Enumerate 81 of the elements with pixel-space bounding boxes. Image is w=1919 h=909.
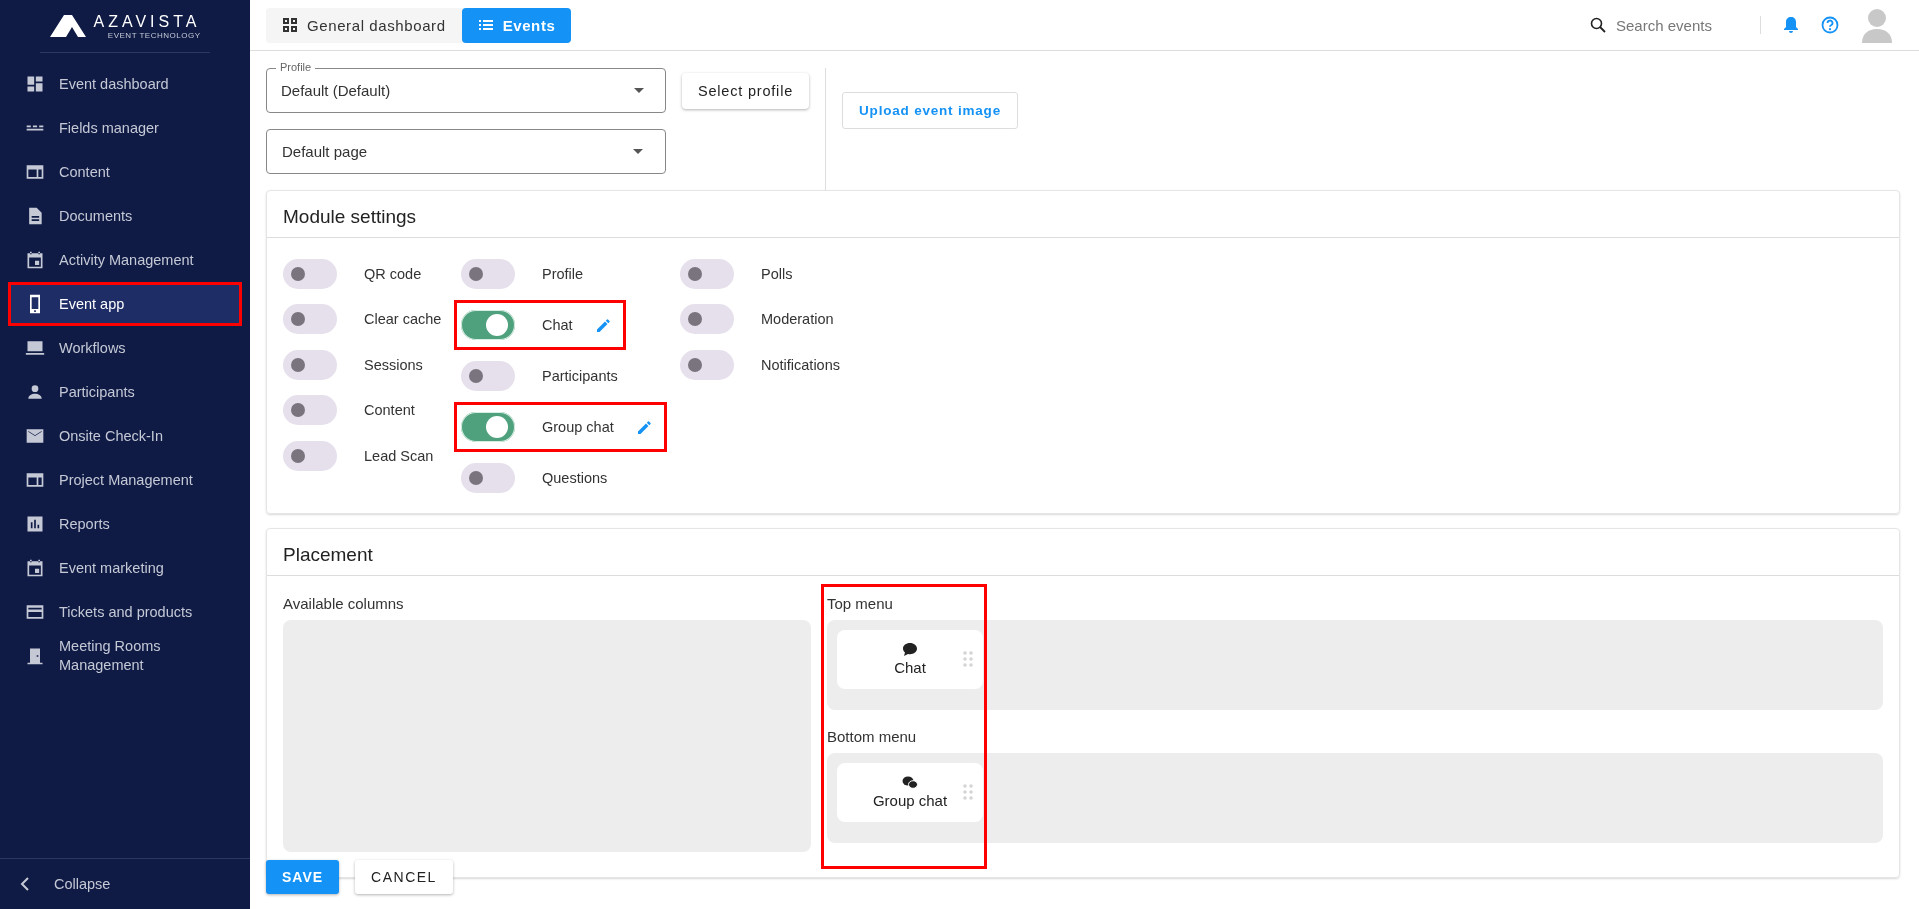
window-icon: [25, 470, 45, 490]
search-icon: [1590, 17, 1606, 33]
sidebar-item[interactable]: Event dashboard: [11, 65, 239, 103]
list-icon: [477, 17, 494, 33]
menu-label: Bottom menu: [827, 727, 918, 747]
edit-icon[interactable]: [594, 316, 613, 334]
section-title: Module settings: [267, 191, 1899, 238]
sidebar-item[interactable]: Event marketing: [11, 549, 239, 587]
toggle-switch[interactable]: [283, 304, 337, 335]
toggle-switch[interactable]: [283, 258, 337, 289]
toggle-switch[interactable]: [461, 412, 515, 442]
module-label: Polls: [761, 265, 793, 282]
sidebar-item[interactable]: Meeting Rooms Management: [11, 637, 239, 675]
notification-bell-icon[interactable]: [1783, 16, 1799, 34]
sidebar-item[interactable]: Content: [11, 153, 239, 191]
menu-chip[interactable]: Chat: [837, 630, 983, 689]
sidebar-item[interactable]: Fields manager: [11, 109, 239, 147]
toggle-switch[interactable]: [461, 310, 515, 340]
sidebar-item[interactable]: Tickets and products: [11, 593, 239, 631]
module-label: Content: [364, 402, 415, 419]
profile-dropdown[interactable]: Profile Default (Default): [266, 60, 666, 113]
sidebar-item[interactable]: Onsite Check-In: [11, 417, 239, 455]
grid-icon: [282, 17, 298, 33]
toggle-switch[interactable]: [680, 258, 734, 289]
dropdown-arrow-icon: [633, 149, 643, 154]
toggle-switch[interactable]: [680, 349, 734, 380]
module-label: Questions: [542, 470, 608, 486]
edit-icon[interactable]: [635, 418, 654, 436]
column-label: Available columns: [283, 594, 405, 614]
toggle-switch[interactable]: [283, 440, 337, 471]
sidebar-item[interactable]: Documents: [11, 197, 239, 235]
calendar-icon: [25, 558, 45, 578]
page-dropdown[interactable]: Default page: [266, 129, 666, 174]
module-label: Clear cache: [364, 311, 442, 328]
chevron-left-icon: [20, 877, 30, 891]
dashboard-icon: [25, 74, 45, 94]
drag-handle-icon[interactable]: [963, 651, 973, 667]
module-label: Participants: [542, 368, 618, 384]
calendar-icon: [25, 250, 45, 270]
module-label: QR code: [364, 265, 422, 282]
module-label: Moderation: [761, 311, 834, 328]
select-profile-button[interactable]: Select profile: [682, 73, 810, 109]
section-title: Placement: [267, 529, 1899, 576]
toggle-switch[interactable]: [283, 349, 337, 380]
tab[interactable]: General dashboard: [266, 7, 462, 43]
logo-icon: [49, 15, 86, 37]
sidebar-item[interactable]: Participants: [11, 373, 239, 411]
module-label: Sessions: [364, 356, 423, 373]
search-field[interactable]: Search events: [1590, 15, 1738, 35]
toggle-switch[interactable]: [283, 395, 337, 426]
person-icon: [25, 382, 45, 402]
sidebar-item[interactable]: Workflows: [11, 329, 239, 367]
logo-wordmark: AZAVISTA: [93, 12, 201, 31]
door-icon: [25, 646, 45, 666]
module-label: Lead Scan: [364, 447, 434, 464]
module-label: Chat: [542, 317, 573, 333]
toggle-switch[interactable]: [461, 361, 515, 391]
module-label: Profile: [542, 266, 584, 282]
logo-tagline: EVENT TECHNOLOGY: [107, 30, 201, 40]
sidebar-item[interactable]: Reports: [11, 505, 239, 543]
menu-chip[interactable]: Group chat: [837, 763, 983, 822]
menu-label: Top menu: [827, 594, 894, 614]
sidebar-item[interactable]: Activity Management: [11, 241, 239, 279]
help-icon[interactable]: [1821, 16, 1839, 34]
toggle-switch[interactable]: [680, 304, 734, 335]
bar-chart-icon: [25, 514, 45, 534]
dropdown-arrow-icon: [634, 88, 644, 93]
mail-icon: [25, 426, 45, 446]
laptop-icon: [25, 338, 45, 358]
card-icon: [25, 602, 45, 622]
module-label: Group chat: [542, 419, 614, 435]
cancel-button[interactable]: CANCEL: [355, 860, 453, 894]
window-icon: [25, 162, 45, 182]
toggle-switch[interactable]: [461, 259, 515, 289]
sidebar-item[interactable]: Event app: [11, 285, 239, 323]
module-label: Notifications: [761, 356, 840, 373]
chat-bubble-icon: [903, 643, 917, 656]
sidebar-item[interactable]: Project Management: [11, 461, 239, 499]
chat-bubbles-icon: [902, 776, 918, 789]
drag-handle-icon[interactable]: [963, 784, 973, 800]
toggle-switch[interactable]: [461, 463, 515, 493]
